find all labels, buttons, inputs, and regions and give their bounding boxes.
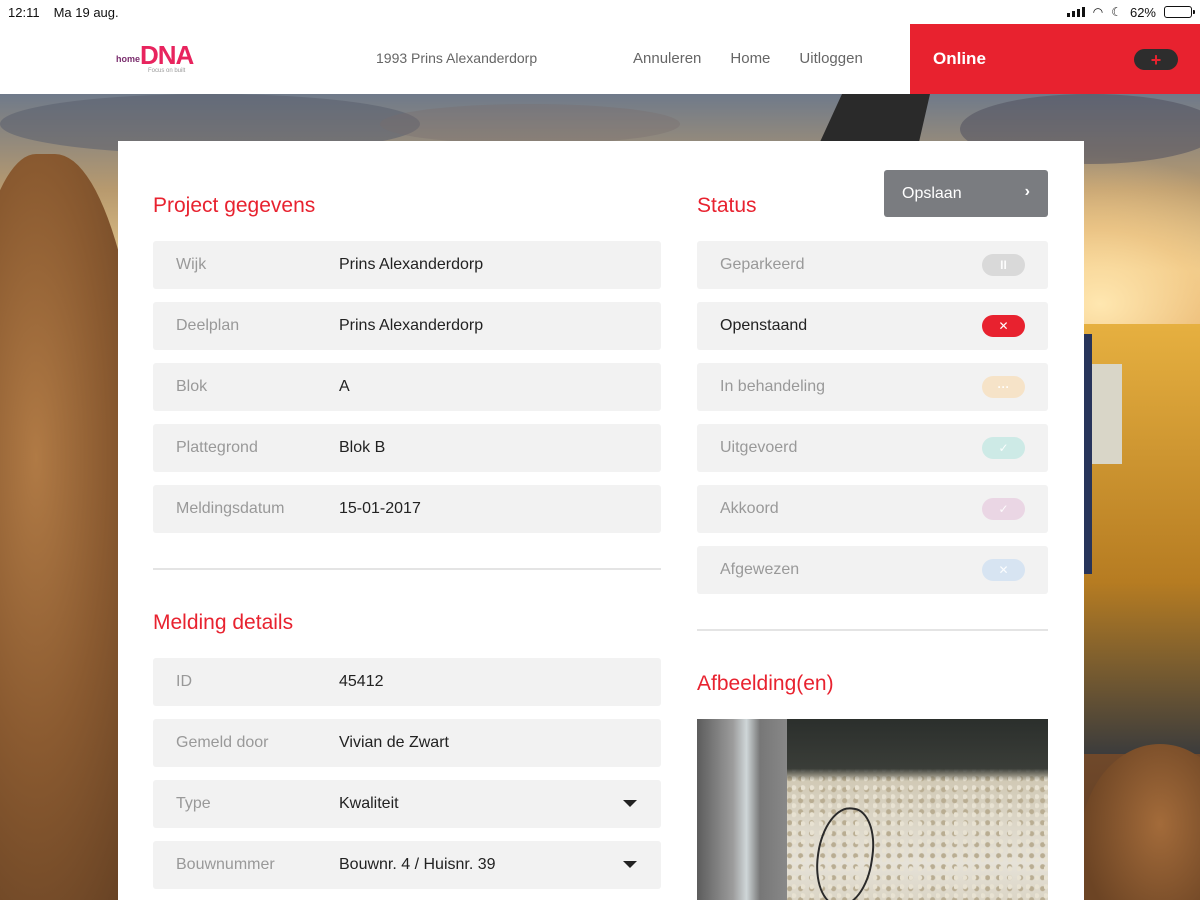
- check-icon[interactable]: ✓: [982, 498, 1025, 520]
- field-label: Plattegrond: [176, 439, 258, 456]
- status-label: Geparkeerd: [720, 256, 805, 273]
- images-section-title: Afbeelding(en): [697, 672, 834, 695]
- pause-icon[interactable]: II: [982, 254, 1025, 276]
- status-label: Afgewezen: [720, 561, 800, 578]
- close-icon[interactable]: ✕: [982, 315, 1025, 337]
- field-deelplan: Deelplan Prins Alexanderdorp: [153, 302, 661, 350]
- logo-name: DNA: [140, 40, 194, 70]
- project-section-title: Project gegevens: [153, 194, 316, 217]
- status-option-geparkeerd[interactable]: Geparkeerd II: [697, 241, 1048, 289]
- status-section-title: Status: [697, 194, 757, 217]
- field-blok: Blok A: [153, 363, 661, 411]
- project-name: 1993 Prins Alexanderdorp: [376, 50, 538, 66]
- field-gemeld-door: Gemeld door Vivian de Zwart: [153, 719, 661, 767]
- status-label: Uitgevoerd: [720, 439, 798, 456]
- section-divider: [697, 629, 1048, 631]
- field-meldingsdatum: Meldingsdatum 15-01-2017: [153, 485, 661, 533]
- signal-icon: [1066, 7, 1085, 17]
- field-label: Meldingsdatum: [176, 500, 285, 517]
- melding-card: Project gegevens Wijk Prins Alexanderdor…: [118, 141, 1084, 900]
- field-label: Type: [176, 795, 211, 812]
- wifi-icon: ◠: [1092, 5, 1104, 19]
- status-label: Openstaand: [720, 317, 808, 334]
- caret-down-icon: [623, 800, 637, 807]
- close-icon[interactable]: ✕: [982, 559, 1025, 581]
- chevron-right-icon: ›: [1024, 183, 1030, 200]
- online-status: Online: [933, 49, 986, 68]
- field-value: Vivian de Zwart: [339, 734, 449, 751]
- online-panel: Online +: [910, 24, 1200, 94]
- status-label: In behandeling: [720, 378, 825, 395]
- field-value: 15-01-2017: [339, 500, 421, 517]
- top-nav: Annuleren Home Uitloggen: [633, 50, 863, 67]
- battery-icon: [1164, 6, 1195, 18]
- field-label: Gemeld door: [176, 734, 269, 751]
- homedna-logo[interactable]: home DNA Focus on built: [116, 40, 206, 78]
- date: Ma 19 aug.: [53, 4, 119, 20]
- field-id: ID 45412: [153, 658, 661, 706]
- add-button[interactable]: +: [1134, 49, 1178, 70]
- logo-prefix: home: [116, 54, 141, 64]
- app-header: home DNA Focus on built 1993 Prins Alexa…: [0, 24, 1200, 94]
- bouwnummer-select[interactable]: Bouwnummer Bouwnr. 4 / Huisnr. 39: [153, 841, 661, 889]
- field-value: Prins Alexanderdorp: [339, 256, 484, 273]
- status-option-in-behandeling[interactable]: In behandeling ···: [697, 363, 1048, 411]
- save-button[interactable]: Opslaan ›: [884, 170, 1048, 217]
- status-option-akkoord[interactable]: Akkoord ✓: [697, 485, 1048, 533]
- caret-down-icon: [623, 861, 637, 868]
- status-label: Akkoord: [720, 500, 779, 517]
- ellipsis-icon[interactable]: ···: [982, 376, 1025, 398]
- status-option-openstaand[interactable]: Openstaand ✕: [697, 302, 1048, 350]
- field-label: Blok: [176, 378, 208, 395]
- section-divider: [153, 568, 661, 570]
- field-value: 45412: [339, 673, 384, 690]
- check-icon[interactable]: ✓: [982, 437, 1025, 459]
- details-section-title: Melding details: [153, 611, 294, 634]
- field-label: ID: [176, 673, 192, 690]
- field-value: Blok B: [339, 439, 386, 456]
- field-label: Deelplan: [176, 317, 240, 334]
- logo-tagline: Focus on built: [148, 68, 186, 74]
- melding-photo[interactable]: [697, 719, 1048, 900]
- nav-uitloggen[interactable]: Uitloggen: [799, 50, 862, 67]
- field-plattegrond: Plattegrond Blok B: [153, 424, 661, 472]
- status-option-uitgevoerd[interactable]: Uitgevoerd ✓: [697, 424, 1048, 472]
- save-label: Opslaan: [902, 184, 962, 202]
- clock: 12:11: [8, 4, 40, 20]
- plus-icon: +: [1150, 49, 1162, 70]
- field-value: Bouwnr. 4 / Huisnr. 39: [339, 856, 496, 873]
- status-option-afgewezen[interactable]: Afgewezen ✕: [697, 546, 1048, 594]
- field-label: Wijk: [176, 256, 207, 273]
- field-value: Kwaliteit: [339, 795, 399, 812]
- nav-home[interactable]: Home: [730, 50, 770, 67]
- type-select[interactable]: Type Kwaliteit: [153, 780, 661, 828]
- field-value: Prins Alexanderdorp: [339, 317, 484, 334]
- field-value: A: [339, 378, 350, 395]
- system-status-bar: 12:11 Ma 19 aug. ◠ ☾ 62%: [0, 0, 1200, 24]
- moon-icon: ☾: [1111, 5, 1122, 19]
- field-wijk: Wijk Prins Alexanderdorp: [153, 241, 661, 289]
- nav-annuleren[interactable]: Annuleren: [633, 50, 701, 67]
- battery-percentage: 62%: [1129, 4, 1156, 20]
- field-label: Bouwnummer: [176, 856, 275, 873]
